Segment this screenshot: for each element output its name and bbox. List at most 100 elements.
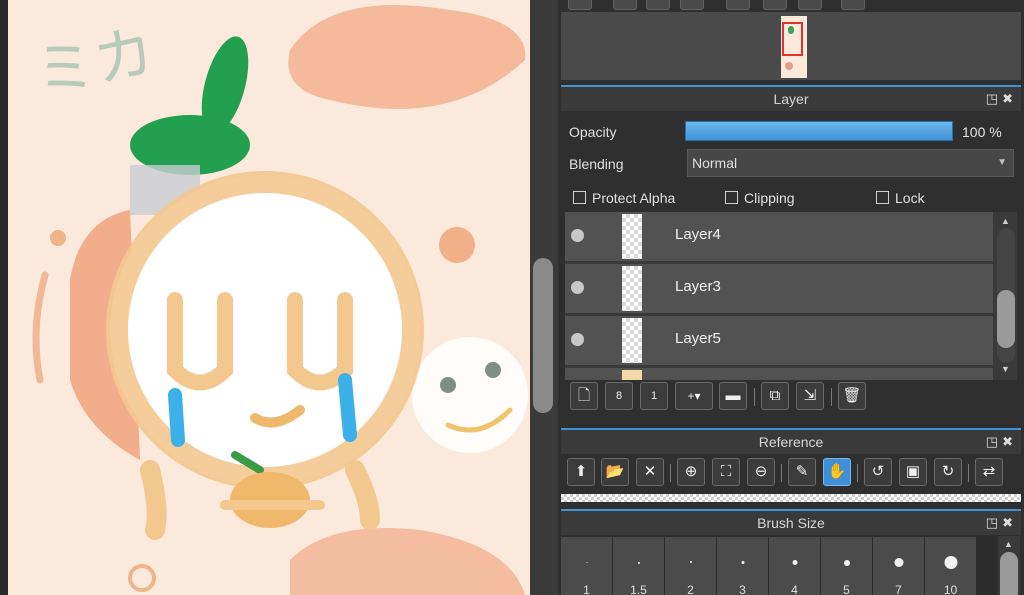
brush-size-dot: [843, 560, 850, 566]
layer-name: Layer4: [675, 226, 721, 243]
canvas-scrollbar[interactable]: [530, 0, 558, 595]
reference-panel-header: Reference ◳✖: [561, 428, 1021, 454]
layer-thumbnail: [622, 370, 642, 380]
layer-actions-toolbar: 🗋 8 1 +▾ ▬ ⧉ ⇲ 🗑: [565, 382, 1017, 414]
brush-size-dot: [741, 561, 744, 564]
rotate-right-icon[interactable]: ↻: [934, 458, 962, 486]
brush-size-panel-header-icons: ◳✖: [986, 511, 1017, 535]
scroll-up-icon[interactable]: ▲: [1004, 539, 1013, 549]
flip-icon[interactable]: ⇄: [975, 458, 1003, 486]
merge-layer-icon[interactable]: ⇲: [796, 382, 824, 410]
brush-size-panel-title: Brush Size: [757, 515, 825, 531]
brush-size-dot: [944, 556, 957, 569]
layer-row[interactable]: [565, 368, 993, 380]
fit-icon[interactable]: ⛶: [712, 458, 740, 486]
visibility-icon[interactable]: [571, 229, 584, 242]
add-layer-menu-icon[interactable]: +▾: [675, 382, 713, 410]
checkbox-box: [876, 191, 889, 204]
brush-size-cell[interactable]: 2: [665, 537, 716, 595]
blending-value: Normal: [692, 155, 738, 171]
brush-size-cell[interactable]: 3: [717, 537, 768, 595]
brush-size-cell[interactable]: 1: [561, 537, 612, 595]
reference-panel-title: Reference: [758, 434, 824, 450]
new-layer-icon[interactable]: 🗋: [570, 382, 598, 410]
visibility-icon[interactable]: [571, 333, 584, 346]
new-8bit-layer-icon[interactable]: 8: [605, 382, 633, 410]
brush-size-cell[interactable]: 5: [821, 537, 872, 595]
brush-size-cell[interactable]: 1.5: [613, 537, 664, 595]
new-1bit-layer-icon[interactable]: 1: [640, 382, 668, 410]
brush-size-cell[interactable]: 10: [925, 537, 976, 595]
layer-thumbnail: [622, 266, 642, 311]
clipping-checkbox[interactable]: Clipping: [725, 189, 795, 207]
scrollbar-thumb[interactable]: [1000, 552, 1018, 595]
brush-size-label: 1: [583, 583, 590, 595]
duplicate-layer-icon[interactable]: ⧉: [761, 382, 789, 410]
delete-layer-icon[interactable]: 🗑: [838, 382, 866, 410]
navigator-rotate-right-button[interactable]: [798, 0, 822, 10]
protect-alpha-label: Protect Alpha: [592, 190, 676, 206]
fit-screen-icon[interactable]: ▣: [899, 458, 927, 486]
hand-icon[interactable]: ✋: [823, 458, 851, 486]
layer-name: Layer3: [675, 278, 721, 295]
open-folder-icon[interactable]: 📂: [601, 458, 629, 486]
scroll-down-icon[interactable]: ▼: [1001, 364, 1010, 374]
reference-image-strip[interactable]: [561, 494, 1021, 502]
layer-list[interactable]: Layer4 Layer3 Layer5: [565, 212, 995, 380]
navigator-zoom-out-button[interactable]: [613, 0, 637, 10]
navigator-preview[interactable]: [561, 12, 1021, 80]
navigator-mirror-button[interactable]: [841, 0, 865, 10]
protect-alpha-checkbox[interactable]: Protect Alpha: [573, 189, 675, 207]
checkbox-box: [573, 191, 586, 204]
popout-icon[interactable]: ◳: [986, 515, 1002, 530]
close-icon[interactable]: ✖: [1002, 515, 1017, 530]
layer-panel-title: Layer: [773, 91, 809, 107]
close-icon[interactable]: ✖: [1002, 91, 1017, 106]
blending-select[interactable]: Normal ▼: [687, 149, 1014, 177]
zoom-in-icon[interactable]: ⊕: [677, 458, 705, 486]
zoom-out-icon[interactable]: ⊖: [747, 458, 775, 486]
navigator-rotate-left-button[interactable]: [726, 0, 750, 10]
layer-panel-header-icons: ◳✖: [986, 87, 1017, 111]
brush-size-grid: 1 1.5 2 3 4 5 7 10: [561, 536, 997, 595]
brush-size-dot: [586, 562, 587, 563]
brush-size-dot: [637, 562, 640, 564]
navigator-fit-button[interactable]: [646, 0, 670, 10]
opacity-slider[interactable]: [685, 121, 953, 141]
opacity-value: 100 %: [962, 124, 1002, 140]
brush-size-scrollbar[interactable]: ▲: [998, 536, 1020, 595]
navigator-zoom-button[interactable]: [568, 0, 592, 10]
drawing-canvas[interactable]: ミカ: [0, 0, 530, 595]
layer-row[interactable]: Layer3: [565, 264, 993, 313]
layer-row[interactable]: Layer4: [565, 212, 993, 261]
visibility-icon[interactable]: [571, 281, 584, 294]
layer-row[interactable]: Layer5: [565, 316, 993, 365]
navigator-view-frame[interactable]: [782, 22, 803, 56]
close-icon[interactable]: ✖: [1002, 434, 1017, 449]
eyedropper-icon[interactable]: ✎: [788, 458, 816, 486]
scroll-up-icon[interactable]: ▲: [1001, 216, 1010, 226]
lock-checkbox[interactable]: Lock: [876, 189, 925, 207]
reference-toolbar: ⬆ 📂 ✕ ⊕ ⛶ ⊖ ✎ ✋ ↺ ▣ ↻ ⇄: [561, 456, 1021, 492]
new-folder-icon[interactable]: ▬: [719, 382, 747, 410]
brush-size-label: 7: [895, 583, 902, 595]
navigator-actual-size-button[interactable]: [680, 0, 704, 10]
layer-list-scrollbar[interactable]: ▲ ▼: [995, 212, 1017, 380]
brush-size-label: 1.5: [630, 583, 647, 595]
scrollbar-thumb[interactable]: [997, 290, 1015, 348]
navigator-toolbar: [558, 0, 1024, 12]
upload-icon[interactable]: ⬆: [567, 458, 595, 486]
popout-icon[interactable]: ◳: [986, 434, 1002, 449]
lock-label: Lock: [895, 190, 925, 206]
side-panel: Layer ◳✖ Opacity 100 % Blending Normal ▼…: [558, 0, 1024, 595]
brush-size-dot: [689, 561, 692, 563]
canvas-scrollbar-thumb[interactable]: [533, 258, 553, 413]
navigator-flip-button[interactable]: [763, 0, 787, 10]
brush-size-label: 5: [843, 583, 850, 595]
rotate-left-icon[interactable]: ↺: [864, 458, 892, 486]
brush-size-cell[interactable]: 4: [769, 537, 820, 595]
brush-size-cell[interactable]: 7: [873, 537, 924, 595]
popout-icon[interactable]: ◳: [986, 91, 1002, 106]
brush-size-label: 3: [739, 583, 746, 595]
close-image-icon[interactable]: ✕: [636, 458, 664, 486]
